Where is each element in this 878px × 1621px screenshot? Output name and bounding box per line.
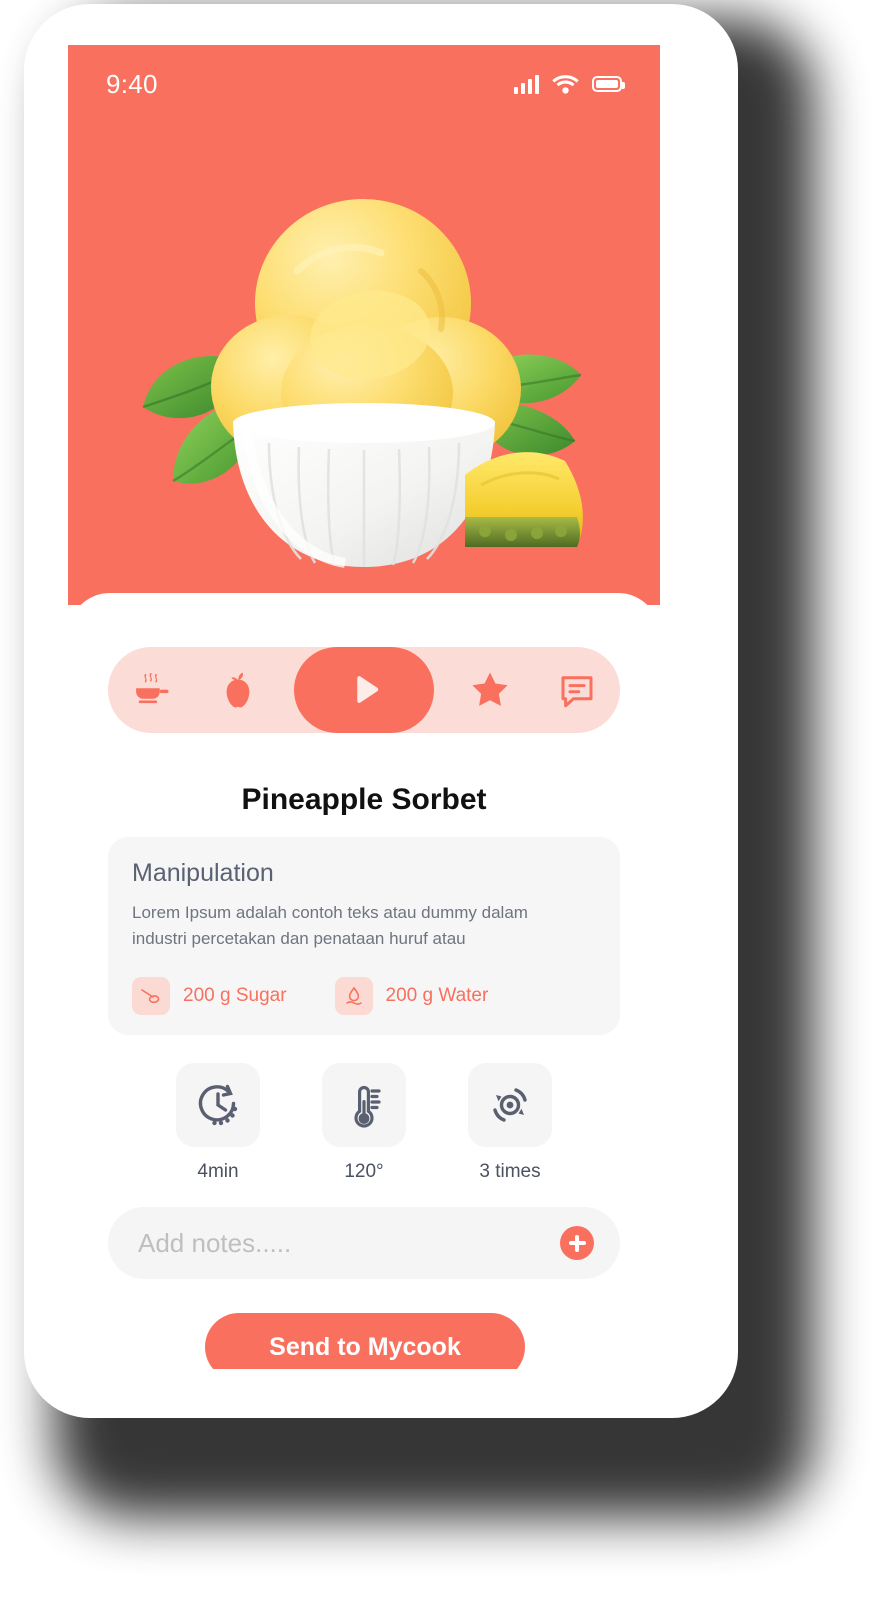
- metric-label: 120°: [344, 1161, 384, 1182]
- apple-icon: [226, 672, 250, 708]
- status-time: 9:40: [106, 68, 158, 99]
- manipulation-heading: Manipulation: [132, 859, 274, 887]
- tab-play[interactable]: [293, 647, 434, 733]
- metric-time: 4min: [176, 1063, 260, 1183]
- notes-input[interactable]: [138, 1227, 560, 1259]
- tab-ingredients[interactable]: [207, 659, 269, 721]
- phone-screen: 9:40 Pineapple Sorbet Manipulation Lorem…: [68, 45, 660, 1369]
- play-icon: [357, 676, 379, 703]
- tab-comments[interactable]: [546, 659, 608, 721]
- send-to-mycook-button[interactable]: Send to Mycook: [205, 1313, 525, 1369]
- metric-temperature: 120°: [322, 1063, 406, 1183]
- star-icon: [472, 672, 508, 706]
- ingredient-item[interactable]: 200 g Sugar: [132, 977, 287, 1015]
- rotation-icon: [493, 1088, 527, 1122]
- metric-icon-box: [176, 1063, 260, 1147]
- water-drop-icon: [334, 977, 373, 1015]
- cellular-signal-icon: [514, 74, 539, 94]
- notes-field-wrapper[interactable]: [108, 1207, 620, 1279]
- metric-repetitions: 3 times: [468, 1063, 552, 1183]
- add-note-button[interactable]: [560, 1226, 594, 1260]
- hero-section: 9:40: [68, 45, 660, 605]
- phone-frame: 9:40 Pineapple Sorbet Manipulation Lorem…: [24, 4, 738, 1418]
- ingredient-list: 200 g Sugar 200 g Water: [132, 977, 488, 1015]
- thermometer-icon: [354, 1085, 381, 1128]
- metric-label: 4min: [197, 1161, 239, 1182]
- wifi-icon: [552, 75, 579, 94]
- ingredient-label: 200 g Water: [385, 985, 489, 1006]
- screenshot-stage: 9:40 Pineapple Sorbet Manipulation Lorem…: [0, 0, 878, 1621]
- ingredient-item[interactable]: 200 g Water: [334, 977, 489, 1015]
- spoon-icon: [132, 977, 170, 1015]
- metric-label: 3 times: [479, 1161, 541, 1182]
- metric-icon-box: [468, 1063, 552, 1147]
- cooking-pan-icon: [136, 672, 169, 704]
- tab-bar: [108, 647, 620, 733]
- metrics-row: 4min 120° 3 times: [68, 1063, 660, 1183]
- status-icon-group: [514, 74, 625, 94]
- sorbet-photo: [129, 175, 599, 575]
- page-title: Pineapple Sorbet: [241, 783, 487, 816]
- tab-favorites[interactable]: [459, 659, 521, 721]
- status-bar: 9:40: [68, 45, 660, 123]
- manipulation-description: Lorem Ipsum adalah contoh teks atau dumm…: [132, 903, 528, 948]
- ingredient-label: 200 g Sugar: [183, 985, 287, 1006]
- clock-icon: [198, 1084, 238, 1126]
- chat-icon: [561, 676, 593, 708]
- manipulation-card: Manipulation Lorem Ipsum adalah contoh t…: [108, 837, 620, 1035]
- content-sheet: Pineapple Sorbet Manipulation Lorem Ipsu…: [68, 593, 660, 1369]
- tab-cook[interactable]: [120, 659, 182, 721]
- battery-icon: [592, 76, 625, 92]
- metric-icon-box: [322, 1063, 406, 1147]
